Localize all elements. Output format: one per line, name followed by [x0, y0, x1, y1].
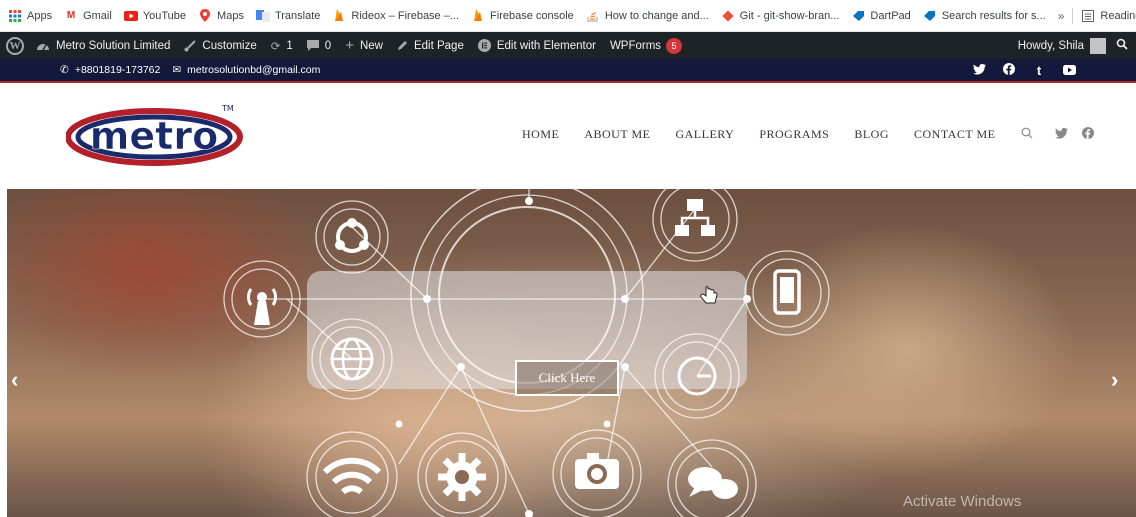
more-bookmarks-button[interactable]: »: [1058, 9, 1065, 23]
updates-link[interactable]: ⟳ 1: [271, 39, 293, 53]
bookmark-label: Firebase console: [490, 9, 574, 22]
contact-bar: ✆ +8801819-173762 ✉ metrosolutionbd@gmai…: [0, 59, 1136, 83]
customize-link[interactable]: Customize: [184, 39, 257, 52]
elementor-link[interactable]: Edit with Elementor: [477, 39, 596, 52]
tumblr-icon[interactable]: t: [1024, 63, 1054, 78]
bookmark-how-to-change[interactable]: How to change and...: [586, 9, 709, 23]
bookmark-label: Rideox – Firebase –...: [351, 9, 460, 22]
site-name: Metro Solution Limited: [56, 39, 171, 52]
notification-badge: 5: [666, 37, 683, 54]
nav-home[interactable]: HOME: [522, 127, 559, 142]
slider-next-button[interactable]: ›: [1111, 367, 1118, 393]
account-menu[interactable]: Howdy, Shila: [1018, 40, 1084, 52]
updates-count: 1: [286, 39, 293, 52]
firebase-icon: [332, 9, 346, 23]
firebase-icon: [471, 9, 485, 23]
bookmark-apps[interactable]: Apps: [8, 9, 52, 23]
reading-list-icon: [1081, 9, 1095, 23]
email-icon: ✉: [172, 64, 182, 76]
wpforms-link[interactable]: WPForms 5: [609, 37, 683, 54]
twitter-icon[interactable]: [964, 63, 994, 78]
bookmark-dartpad[interactable]: DartPad: [851, 9, 911, 23]
facebook-icon[interactable]: [994, 62, 1024, 78]
elementor-icon: [477, 39, 491, 52]
email-address[interactable]: metrosolutionbd@gmail.com: [187, 64, 320, 76]
bookmark-label: Gmail: [83, 9, 112, 22]
avatar[interactable]: [1090, 37, 1106, 54]
comments-count: 0: [324, 39, 332, 52]
youtube-icon[interactable]: [1054, 63, 1084, 78]
site-logo[interactable]: metro TM: [65, 103, 246, 167]
edit-page-label: Edit Page: [413, 39, 464, 52]
apps-icon: [8, 9, 22, 23]
stackoverflow-icon: [586, 9, 600, 23]
brush-icon: [184, 39, 197, 52]
bookmark-label: How to change and...: [604, 9, 709, 22]
search-icon[interactable]: [1021, 127, 1033, 142]
plus-icon: +: [345, 37, 354, 54]
wordpress-icon[interactable]: W: [6, 36, 24, 55]
search-icon[interactable]: [1116, 38, 1128, 53]
wp-admin-bar: W Metro Solution Limited Customize ⟳ 1 0…: [0, 32, 1136, 59]
site-name-link[interactable]: Metro Solution Limited: [36, 40, 170, 52]
bookmark-rideox-firebase[interactable]: Rideox – Firebase –...: [332, 9, 459, 23]
phone-number[interactable]: +8801819-173762: [75, 64, 161, 76]
trademark-mark: TM: [221, 104, 234, 113]
social-links: t: [964, 59, 1084, 81]
facebook-icon[interactable]: [1081, 127, 1094, 142]
reading-list-label: Reading list: [1100, 9, 1136, 22]
gmail-icon: M: [66, 10, 76, 21]
divider: [1072, 7, 1074, 24]
slider-prev-button[interactable]: ‹: [11, 367, 18, 393]
git-icon: [721, 9, 735, 23]
new-content-link[interactable]: + New: [345, 37, 383, 54]
nav-gallery[interactable]: GALLERY: [675, 127, 734, 142]
edit-page-link[interactable]: Edit Page: [397, 40, 464, 52]
wpforms-label: WPForms: [609, 39, 662, 52]
nav-contact-me[interactable]: CONTACT ME: [914, 127, 996, 142]
bookmark-label: Git - git-show-bran...: [739, 9, 840, 22]
bookmark-label: Search results for s...: [941, 9, 1046, 22]
maps-icon: [198, 9, 212, 23]
main-navigation: HOME ABOUT ME GALLERY PROGRAMS BLOG CONT…: [522, 127, 1094, 142]
bookmark-gmail[interactable]: M Gmail: [64, 9, 112, 23]
bookmark-label: Apps: [27, 9, 53, 22]
updates-icon: ⟳: [270, 40, 281, 53]
reading-list-button[interactable]: Reading list: [1081, 9, 1136, 23]
comments-link[interactable]: 0: [306, 39, 332, 52]
nav-programs[interactable]: PROGRAMS: [759, 127, 829, 142]
hero-slider: ‹ › Click Here Activate Windows: [7, 189, 1136, 517]
comment-icon: [306, 40, 319, 51]
bookmark-search-results[interactable]: Search results for s...: [923, 9, 1046, 23]
activate-windows-watermark: Activate Windows: [903, 493, 1022, 510]
nav-about-me[interactable]: ABOUT ME: [584, 127, 650, 142]
bookmark-label: Maps: [217, 9, 244, 22]
logo-text: metro: [90, 114, 218, 158]
customize-label: Customize: [202, 39, 257, 52]
dashboard-icon: [36, 40, 50, 52]
pencil-icon: [397, 40, 408, 51]
bookmark-label: YouTube: [142, 9, 187, 22]
bookmark-git[interactable]: Git - git-show-bran...: [721, 9, 840, 23]
nav-blog[interactable]: BLOG: [854, 127, 889, 142]
bookmark-youtube[interactable]: YouTube: [123, 9, 187, 23]
bookmark-maps[interactable]: Maps: [198, 9, 244, 23]
elementor-label: Edit with Elementor: [496, 39, 596, 52]
phone-icon: ✆: [60, 64, 69, 76]
site-header: metro TM HOME ABOUT ME GALLERY PROGRAMS …: [0, 83, 1136, 189]
search-results-icon: [923, 9, 937, 23]
bookmark-label: Translate: [274, 9, 321, 22]
new-label: New: [359, 39, 383, 52]
dartpad-icon: [851, 9, 865, 23]
youtube-icon: [123, 9, 138, 23]
contact-info: ✆ +8801819-173762 ✉ metrosolutionbd@gmai…: [60, 64, 320, 76]
translate-icon: [255, 9, 270, 23]
bookmark-firebase-console[interactable]: Firebase console: [471, 9, 574, 23]
click-here-button[interactable]: Click Here: [515, 360, 619, 396]
twitter-icon[interactable]: [1054, 127, 1068, 142]
tech-network-illustration: [223, 189, 830, 517]
bookmark-translate[interactable]: Translate: [255, 9, 321, 23]
bookmarks-bar: Apps M Gmail YouTube Maps Translate Ride…: [0, 0, 1136, 32]
bookmark-label: DartPad: [870, 9, 911, 22]
